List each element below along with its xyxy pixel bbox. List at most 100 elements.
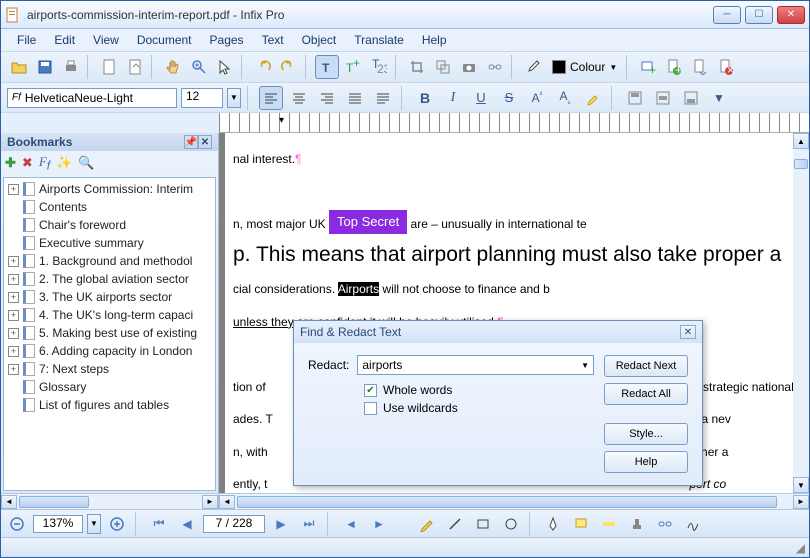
nav-fwd-icon[interactable]: ► xyxy=(367,512,391,536)
bookmark-item[interactable]: +4. The UK's long-term capaci xyxy=(6,306,213,324)
menu-object[interactable]: Object xyxy=(294,31,345,49)
last-page-icon[interactable]: ⏭ xyxy=(297,512,321,536)
bookmark-item[interactable]: +7: Next steps xyxy=(6,360,213,378)
redact-next-button[interactable]: Redact Next xyxy=(604,355,688,377)
redact-input[interactable]: airports▼ xyxy=(357,355,594,375)
panel-close-icon[interactable]: ✕ xyxy=(198,135,212,149)
italic-icon[interactable]: I xyxy=(441,86,465,110)
highlight-icon[interactable] xyxy=(581,86,605,110)
pin-icon[interactable]: 📌 xyxy=(184,135,198,149)
bookmark-item[interactable]: Glossary xyxy=(6,378,213,396)
bookmark-item[interactable]: List of figures and tables xyxy=(6,396,213,414)
align-center-icon[interactable] xyxy=(287,86,311,110)
stamp-icon[interactable] xyxy=(625,512,649,536)
font-size-dropdown[interactable]: ▼ xyxy=(227,88,241,108)
text-plus-icon[interactable]: T+ xyxy=(341,55,365,79)
bookmarks-tree[interactable]: +Airports Commission: InterimContentsCha… xyxy=(3,177,216,491)
page-rotate-icon[interactable] xyxy=(123,55,147,79)
strikethrough-icon[interactable]: S xyxy=(497,86,521,110)
redact-all-button[interactable]: Redact All xyxy=(604,383,688,405)
circle-icon[interactable] xyxy=(499,512,523,536)
whole-words-checkbox[interactable]: ✔Whole words xyxy=(364,383,594,397)
page-add-icon[interactable]: + xyxy=(662,55,686,79)
bookmark-item[interactable]: Executive summary xyxy=(6,234,213,252)
zoom-input[interactable]: 137% xyxy=(33,515,83,533)
save-icon[interactable] xyxy=(33,55,57,79)
rect-icon[interactable] xyxy=(471,512,495,536)
camera-icon[interactable] xyxy=(457,55,481,79)
align-justify-all-icon[interactable] xyxy=(371,86,395,110)
menu-translate[interactable]: Translate xyxy=(346,31,412,49)
scroll-down-icon[interactable]: ▼ xyxy=(793,477,809,493)
scroll-right-icon[interactable]: ► xyxy=(202,495,218,509)
bookmark-item[interactable]: +6. Adding capacity in London xyxy=(6,342,213,360)
signature-icon[interactable] xyxy=(681,512,705,536)
bookmark-item[interactable]: Chair's foreword xyxy=(6,216,213,234)
page-input[interactable]: 7 / 228 xyxy=(203,515,265,533)
bookmark-add-icon[interactable]: ✚ xyxy=(5,155,16,171)
zoom-icon[interactable] xyxy=(187,55,211,79)
zoom-in-icon[interactable] xyxy=(105,512,129,536)
menu-document[interactable]: Document xyxy=(129,31,200,49)
first-page-icon[interactable]: ⏮ xyxy=(147,512,171,536)
bold-icon[interactable]: B xyxy=(413,86,437,110)
line-icon[interactable] xyxy=(443,512,467,536)
menu-pages[interactable]: Pages xyxy=(202,31,252,49)
menu-help[interactable]: Help xyxy=(414,31,455,49)
bookmark-item[interactable]: +3. The UK airports sector xyxy=(6,288,213,306)
minimize-button[interactable]: ─ xyxy=(713,6,741,24)
pipette-icon[interactable] xyxy=(521,55,545,79)
page-extract-icon[interactable] xyxy=(688,55,712,79)
zoom-dropdown[interactable]: ▼ xyxy=(87,514,101,534)
bookmark-find-icon[interactable]: 🔍 xyxy=(78,155,94,171)
menu-text[interactable]: Text xyxy=(254,31,292,49)
valign-dropdown-icon[interactable]: ▼ xyxy=(707,86,731,110)
dialog-close-icon[interactable]: ✕ xyxy=(680,325,696,339)
valign-bottom-icon[interactable] xyxy=(679,86,703,110)
style-button[interactable]: Style... xyxy=(604,423,688,445)
maximize-button[interactable]: ☐ xyxy=(745,6,773,24)
help-button[interactable]: Help xyxy=(604,451,688,473)
wildcards-checkbox[interactable]: Use wildcards xyxy=(364,401,594,415)
scroll-thumb[interactable] xyxy=(794,159,808,169)
highlight-tool-icon[interactable] xyxy=(597,512,621,536)
hand-icon[interactable] xyxy=(161,55,185,79)
scroll-right-icon[interactable]: ► xyxy=(793,495,809,509)
object-icon[interactable] xyxy=(431,55,455,79)
annot-add-icon[interactable]: + xyxy=(636,55,660,79)
undo-icon[interactable] xyxy=(251,55,275,79)
underline-icon[interactable]: U xyxy=(469,86,493,110)
tab-marker-icon[interactable]: ▾ xyxy=(279,115,284,126)
prev-page-icon[interactable]: ◀ xyxy=(175,512,199,536)
align-left-icon[interactable] xyxy=(259,86,283,110)
select-icon[interactable] xyxy=(213,55,237,79)
chain-icon[interactable] xyxy=(483,55,507,79)
font-size-input[interactable]: 12 xyxy=(181,88,223,108)
bookmark-wand-icon[interactable]: ✨ xyxy=(56,155,72,171)
open-icon[interactable] xyxy=(7,55,31,79)
sidebar-hscroll[interactable]: ◄ ► xyxy=(1,493,218,509)
menu-view[interactable]: View xyxy=(85,31,127,49)
resize-grip-icon[interactable]: ◢ xyxy=(796,541,805,555)
scroll-left-icon[interactable]: ◄ xyxy=(1,495,17,509)
text-tool-icon[interactable]: T xyxy=(315,55,339,79)
bookmark-item[interactable]: Contents xyxy=(6,198,213,216)
menu-edit[interactable]: Edit xyxy=(46,31,83,49)
valign-top-icon[interactable] xyxy=(623,86,647,110)
note-icon[interactable] xyxy=(569,512,593,536)
link-tool-icon[interactable] xyxy=(653,512,677,536)
bookmark-delete-icon[interactable]: ✖ xyxy=(22,155,33,171)
pencil-icon[interactable] xyxy=(415,512,439,536)
valign-middle-icon[interactable] xyxy=(651,86,675,110)
bookmark-font-icon[interactable]: Ff xyxy=(39,154,50,173)
scroll-left-icon[interactable]: ◄ xyxy=(219,495,235,509)
bookmark-item[interactable]: +2. The global aviation sector xyxy=(6,270,213,288)
font-input[interactable]: FfHelveticaNeue-Light xyxy=(7,88,177,108)
scroll-thumb[interactable] xyxy=(19,496,89,508)
bookmark-item[interactable]: +5. Making best use of existing xyxy=(6,324,213,342)
close-button[interactable]: ✕ xyxy=(777,6,805,24)
bookmark-item[interactable]: +1. Background and methodol xyxy=(6,252,213,270)
ruler[interactable]: ▾ xyxy=(219,113,809,133)
bookmark-item[interactable]: +Airports Commission: Interim xyxy=(6,180,213,198)
doc-vscroll[interactable]: ▲ ▼ xyxy=(793,133,809,493)
